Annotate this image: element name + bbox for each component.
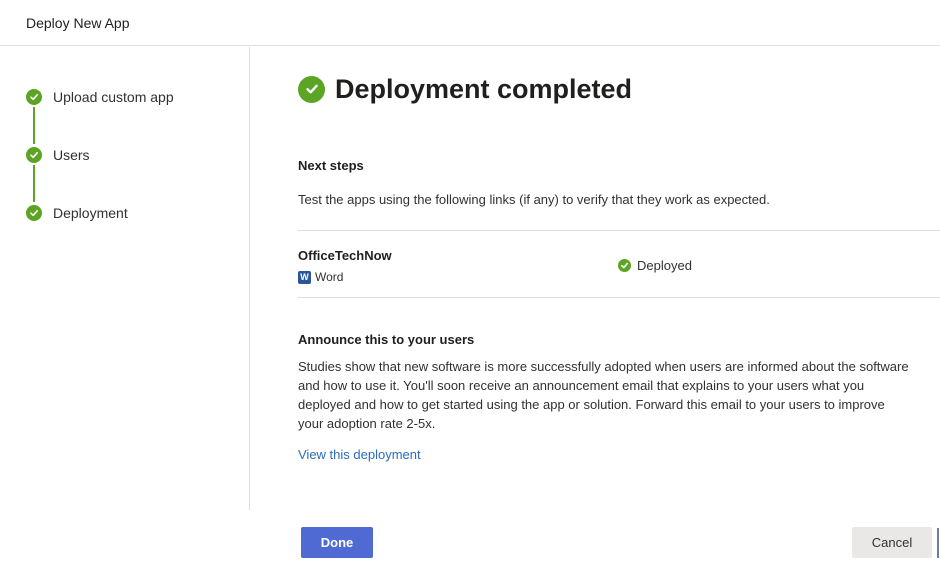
dialog-title: Deploy New App [26,15,130,31]
step-label: Upload custom app [53,89,174,105]
app-row: OfficeTechNow W Word Deployed [298,230,940,298]
checkmark-icon [26,205,42,221]
step-label: Users [53,147,90,163]
status-label: Deployed [637,258,692,273]
dialog-header: Deploy New App [0,0,940,46]
done-button[interactable]: Done [301,527,373,558]
next-steps-title: Next steps [298,158,364,173]
step-upload-custom-app[interactable]: Upload custom app [26,88,174,106]
checkmark-icon [26,147,42,163]
announce-line: deployed and how to get started using th… [298,397,885,412]
step-connector [33,165,35,202]
app-name: OfficeTechNow [298,248,392,263]
page-title: Deployment completed [335,74,633,104]
checkmark-icon [618,259,631,272]
app-host-label: Word [315,270,344,284]
completion-heading: Deployment completed [298,74,632,104]
word-icon: W [298,270,311,284]
announce-line: and how to use it. You'll soon receive a… [298,378,865,393]
step-deployment[interactable]: Deployment [26,204,128,222]
step-label: Deployment [53,205,128,221]
step-users[interactable]: Users [26,146,90,164]
step-connector [33,107,35,144]
announce-line: your adoption rate 2-5x. [298,416,436,431]
cancel-button[interactable]: Cancel [852,527,932,558]
announce-line: Studies show that new software is more s… [298,359,909,374]
announce-title: Announce this to your users [298,332,475,347]
app-host: W Word [298,270,343,284]
next-steps-text: Test the apps using the following links … [298,192,770,207]
success-check-icon [298,75,325,103]
wizard-steps: Upload custom app Users Deployment [0,47,250,510]
status-badge: Deployed [618,258,692,273]
view-deployment-link[interactable]: View this deployment [298,447,421,462]
window-edge [937,528,939,558]
checkmark-icon [26,89,42,105]
